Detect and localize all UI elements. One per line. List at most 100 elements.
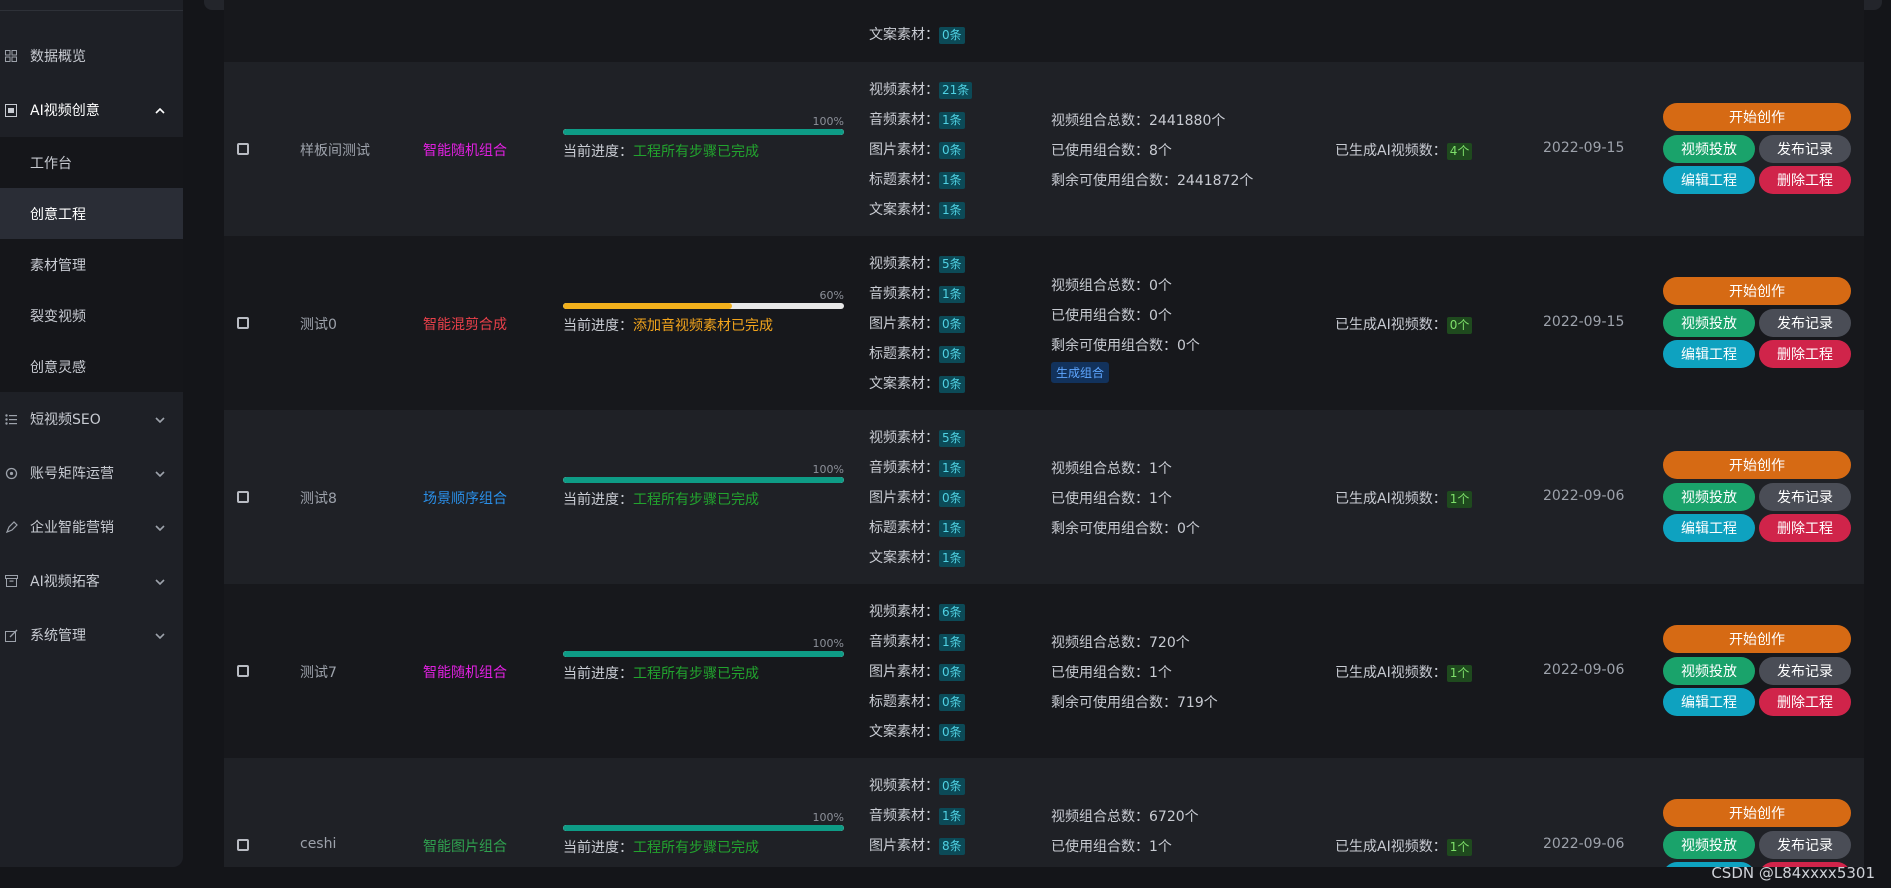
edit-project-button[interactable]: 编辑工程 xyxy=(1663,340,1755,368)
progress-bar xyxy=(563,825,844,831)
combo-left-label: 剩余可使用组合数： xyxy=(1051,521,1177,537)
sidebar-item-data-overview[interactable]: 数据概览 xyxy=(0,29,183,83)
image-material-line: 图片素材： 0条 xyxy=(869,661,965,681)
audio-material-count: 1条 xyxy=(939,460,965,477)
audio-material-line: 音频素材： 1条 xyxy=(869,805,965,825)
image-material-count: 0条 xyxy=(939,142,965,159)
image-material-line: 图片素材： 8条 xyxy=(869,835,965,855)
video-delivery-button[interactable]: 视频投放 xyxy=(1663,135,1755,163)
sidebar-item-account-matrix[interactable]: 账号矩阵运营 xyxy=(0,446,183,500)
sidebar-subitem-creative-inspiration[interactable]: 创意灵感 xyxy=(0,341,183,392)
publish-log-button[interactable]: 发布记录 xyxy=(1759,483,1851,511)
row-checkbox[interactable] xyxy=(237,317,249,329)
video-delivery-button[interactable]: 视频投放 xyxy=(1663,657,1755,685)
audio-material-label: 音频素材： xyxy=(869,808,939,824)
sidebar-subitem-label: 创意灵感 xyxy=(30,359,86,376)
sidebar-subitem-material-management[interactable]: 素材管理 xyxy=(0,239,183,290)
edit-project-button[interactable]: 编辑工程 xyxy=(1663,514,1755,542)
edit-icon xyxy=(2,629,20,642)
progress-status: 当前进度：工程所有步骤已完成 xyxy=(563,489,759,509)
combo-total-label: 视频组合总数： xyxy=(1051,635,1149,651)
copy-material-count: 1条 xyxy=(939,202,965,219)
sidebar-subitem-fission-video[interactable]: 裂变视频 xyxy=(0,290,183,341)
delete-project-button[interactable]: 删除工程 xyxy=(1759,688,1851,716)
combo-used-value: 8个 xyxy=(1149,143,1172,159)
generate-combo-button[interactable]: 生成组合 xyxy=(1051,362,1110,383)
delete-project-button[interactable]: 删除工程 xyxy=(1759,340,1851,368)
progress-prefix: 当前进度： xyxy=(563,840,633,856)
combo-used-label: 已使用组合数： xyxy=(1051,491,1149,507)
progress-prefix: 当前进度： xyxy=(563,144,633,160)
publish-log-button[interactable]: 发布记录 xyxy=(1759,135,1851,163)
project-type: 智能混剪合成 xyxy=(423,317,507,333)
edit-project-button[interactable]: 编辑工程 xyxy=(1663,688,1755,716)
audio-material-label: 音频素材： xyxy=(869,634,939,650)
title-material-line: 标题素材： 0条 xyxy=(869,343,965,363)
ai-generated-line: 已生成AI视频数： 0个 xyxy=(1335,314,1473,334)
table-row: 测试8 场景顺序组合 100% 当前进度：工程所有步骤已完成 视频素材： 5条 音频素材： 1… xyxy=(224,410,1864,584)
copy-material-label: 文案素材： xyxy=(869,202,939,218)
video-material-line: 视频素材： 5条 xyxy=(869,427,965,447)
publish-log-button[interactable]: 发布记录 xyxy=(1759,309,1851,337)
dashboard-icon xyxy=(2,50,20,62)
chevron-down-icon xyxy=(155,413,165,426)
start-creation-button[interactable]: 开始创作 xyxy=(1663,451,1851,479)
title-material-label: 标题素材： xyxy=(869,694,939,710)
chevron-down-icon xyxy=(155,467,165,480)
list-icon xyxy=(2,413,20,425)
start-creation-button[interactable]: 开始创作 xyxy=(1663,799,1851,827)
project-name: 样板间测试 xyxy=(300,143,370,159)
row-checkbox[interactable] xyxy=(237,491,249,503)
delete-project-button[interactable]: 删除工程 xyxy=(1759,514,1851,542)
combo-total-value: 720个 xyxy=(1149,635,1190,651)
progress-block: 100% 当前进度：工程所有步骤已完成 xyxy=(563,811,844,861)
row-checkbox[interactable] xyxy=(237,839,249,851)
sidebar-subitem-workbench[interactable]: 工作台 xyxy=(0,137,183,188)
sidebar-item-short-video-seo[interactable]: 短视频SEO xyxy=(0,392,183,446)
publish-log-button[interactable]: 发布记录 xyxy=(1759,657,1851,685)
title-material-line: 标题素材： 1条 xyxy=(869,169,965,189)
video-material-label: 视频素材： xyxy=(869,778,939,794)
progress-status: 当前进度：工程所有步骤已完成 xyxy=(563,837,759,857)
video-delivery-button[interactable]: 视频投放 xyxy=(1663,483,1755,511)
copy-material-line: 文案素材： 1条 xyxy=(869,547,965,567)
project-name: 测试8 xyxy=(300,491,337,507)
image-material-line: 图片素材： 0条 xyxy=(869,313,965,333)
row-checkbox[interactable] xyxy=(237,665,249,677)
combo-total-label: 视频组合总数： xyxy=(1051,461,1149,477)
generate-combo-wrap: 生成组合 xyxy=(1051,362,1110,383)
audio-material-label: 音频素材： xyxy=(869,460,939,476)
combo-left-value: 2441872个 xyxy=(1177,173,1254,189)
matrix-icon xyxy=(2,467,20,480)
combo-left-label: 剩余可使用组合数： xyxy=(1051,695,1177,711)
start-creation-button[interactable]: 开始创作 xyxy=(1663,625,1851,653)
combo-left-label: 剩余可使用组合数： xyxy=(1051,173,1177,189)
progress-fill xyxy=(563,651,844,657)
edit-project-button[interactable]: 编辑工程 xyxy=(1663,166,1755,194)
copy-material-label: 文案素材： xyxy=(869,724,939,740)
sidebar-subitem-creative-project[interactable]: 创意工程 xyxy=(0,188,183,239)
sidebar-item-ai-video-creative[interactable]: AI视频创意 xyxy=(0,83,183,137)
audio-material-count: 1条 xyxy=(939,634,965,651)
copy-material-count: 0条 xyxy=(939,724,965,741)
start-creation-button[interactable]: 开始创作 xyxy=(1663,277,1851,305)
video-delivery-button[interactable]: 视频投放 xyxy=(1663,309,1755,337)
sidebar-item-system-management[interactable]: 系统管理 xyxy=(0,608,183,662)
combo-used-label: 已使用组合数： xyxy=(1051,665,1149,681)
start-creation-button[interactable]: 开始创作 xyxy=(1663,103,1851,131)
sidebar-item-ai-video-acquisition[interactable]: AI视频拓客 xyxy=(0,554,183,608)
copy-material-label: 文案素材： xyxy=(869,550,939,566)
publish-log-button[interactable]: 发布记录 xyxy=(1759,831,1851,859)
video-material-count: 5条 xyxy=(939,430,965,447)
ai-generated-line: 已生成AI视频数： 1个 xyxy=(1335,836,1473,856)
combo-total-line: 视频组合总数：6720个 xyxy=(1051,806,1199,826)
audio-material-count: 1条 xyxy=(939,112,965,129)
audio-material-line: 音频素材： 1条 xyxy=(869,109,965,129)
row-checkbox[interactable] xyxy=(237,143,249,155)
pen-icon xyxy=(2,520,20,534)
progress-prefix: 当前进度： xyxy=(563,318,633,334)
video-delivery-button[interactable]: 视频投放 xyxy=(1663,831,1755,859)
image-material-label: 图片素材： xyxy=(869,316,939,332)
delete-project-button[interactable]: 删除工程 xyxy=(1759,166,1851,194)
sidebar-item-enterprise-marketing[interactable]: 企业智能营销 xyxy=(0,500,183,554)
